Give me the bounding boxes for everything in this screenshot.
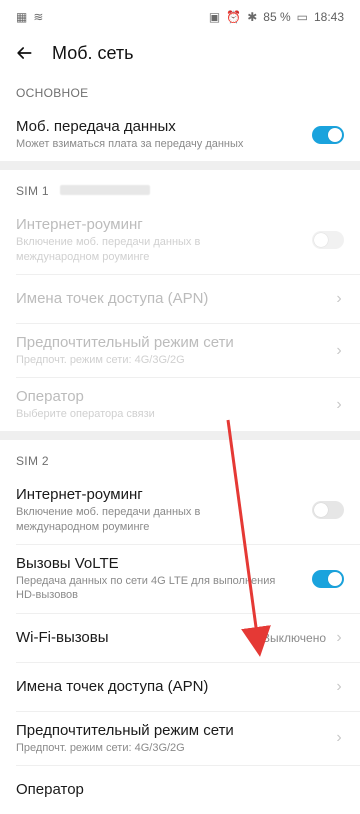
chevron-right-icon: › <box>336 341 342 359</box>
sim2-volte-sub: Передача данных по сети 4G LTE для выпол… <box>16 575 276 602</box>
bluetooth-icon: ✱ <box>247 10 258 24</box>
alarm-icon: ⏰ <box>226 10 242 24</box>
sim2-roaming-label: Интернет-роуминг <box>16 486 143 504</box>
section-sim2-title: SIM 2 <box>16 454 49 469</box>
sim1-operator-label: Оператор <box>16 388 84 406</box>
chevron-right-icon: › <box>336 628 342 646</box>
back-button[interactable] <box>12 41 36 65</box>
sim2-volte-toggle[interactable] <box>312 569 344 588</box>
sim2-operator-setting[interactable]: Оператор <box>0 766 360 814</box>
status-right: ▣ ⏰ ✱ 85 % ▭ 18:43 <box>209 10 344 24</box>
battery-level: 85 % <box>263 10 291 24</box>
sim2-roaming-toggle[interactable] <box>312 501 344 520</box>
sim2-wifi-calls-value: Выключено <box>262 630 326 645</box>
mobile-data-label: Моб. передача данных <box>16 118 176 135</box>
battery-icon: ▭ <box>296 10 308 24</box>
sim2-wifi-calls-label: Wi-Fi-вызовы <box>16 629 109 647</box>
mobile-data-sub: Может взиматься плата за передачу данных <box>16 138 244 150</box>
sim1-apn-label: Имена точек доступа (APN) <box>16 290 209 308</box>
sim1-roaming-setting[interactable]: Интернет-роуминг Включение моб. передачи… <box>0 206 360 274</box>
section-sim1-label: SIM 1 <box>16 184 49 199</box>
sim1-roaming-label: Интернет-роуминг <box>16 216 143 234</box>
status-bar: ▦ ≋ ▣ ⏰ ✱ 85 % ▭ 18:43 <box>0 0 360 34</box>
sim1-preferred-mode-label: Предпочтительный режим сети <box>16 333 234 351</box>
sim1-operator-setting[interactable]: Оператор Выберите оператора связи › <box>0 378 360 431</box>
wifi-icon: ≋ <box>33 10 44 24</box>
sim2-wifi-calls-setting[interactable]: Wi-Fi-вызовы Выключено › <box>0 614 360 662</box>
chevron-right-icon: › <box>336 289 342 307</box>
sim2-operator-label: Оператор <box>16 781 84 799</box>
vibrate-icon: ▣ <box>208 10 221 24</box>
back-arrow-icon <box>17 47 32 59</box>
mobile-data-setting[interactable]: Моб. передача данных Может взиматься пла… <box>0 108 360 161</box>
sim2-roaming-sub: Включение моб. передачи данных в междуна… <box>16 506 201 533</box>
sim1-apn-setting[interactable]: Имена точек доступа (APN) › <box>0 275 360 323</box>
sim2-apn-setting[interactable]: Имена точек доступа (APN) › <box>0 663 360 711</box>
app-bar: Моб. сеть <box>0 34 360 72</box>
clock: 18:43 <box>313 10 344 24</box>
section-sim1-title: SIM 1 <box>0 170 360 206</box>
sim1-roaming-sub: Включение моб. передачи данных в междуна… <box>16 236 201 263</box>
chevron-right-icon: › <box>336 729 342 747</box>
section-separator <box>0 161 360 171</box>
sim1-roaming-toggle[interactable] <box>312 231 344 250</box>
sim-blocked-icon: ▦ <box>16 10 28 24</box>
page-title: Моб. сеть <box>52 42 134 63</box>
sim2-preferred-mode-label: Предпочтительный режим сети <box>16 721 234 739</box>
sim2-apn-label: Имена точек доступа (APN) <box>16 678 209 696</box>
sim1-preferred-mode-sub: Предпочт. режим сети: 4G/3G/2G <box>16 353 185 366</box>
sim1-preferred-mode-setting[interactable]: Предпочтительный режим сети Предпочт. ре… <box>0 324 360 377</box>
chevron-right-icon: › <box>336 395 342 413</box>
section-main-title: ОСНОВНОЕ <box>16 86 89 100</box>
chevron-right-icon: › <box>336 677 342 695</box>
sim2-volte-label: Вызовы VoLTE <box>16 555 119 573</box>
sim2-preferred-mode-sub: Предпочт. режим сети: 4G/3G/2G <box>16 741 185 754</box>
sim2-volte-setting[interactable]: Вызовы VoLTE Передача данных по сети 4G … <box>0 545 360 613</box>
sim2-roaming-setting[interactable]: Интернет-роуминг Включение моб. передачи… <box>0 476 360 544</box>
sim1-number-redacted <box>60 185 151 196</box>
mobile-data-toggle[interactable] <box>312 125 344 144</box>
status-left: ▦ ≋ <box>16 11 43 23</box>
section-separator <box>0 431 360 441</box>
sim2-preferred-mode-setting[interactable]: Предпочтительный режим сети Предпочт. ре… <box>0 712 360 765</box>
sim1-operator-sub: Выберите оператора связи <box>16 408 155 421</box>
